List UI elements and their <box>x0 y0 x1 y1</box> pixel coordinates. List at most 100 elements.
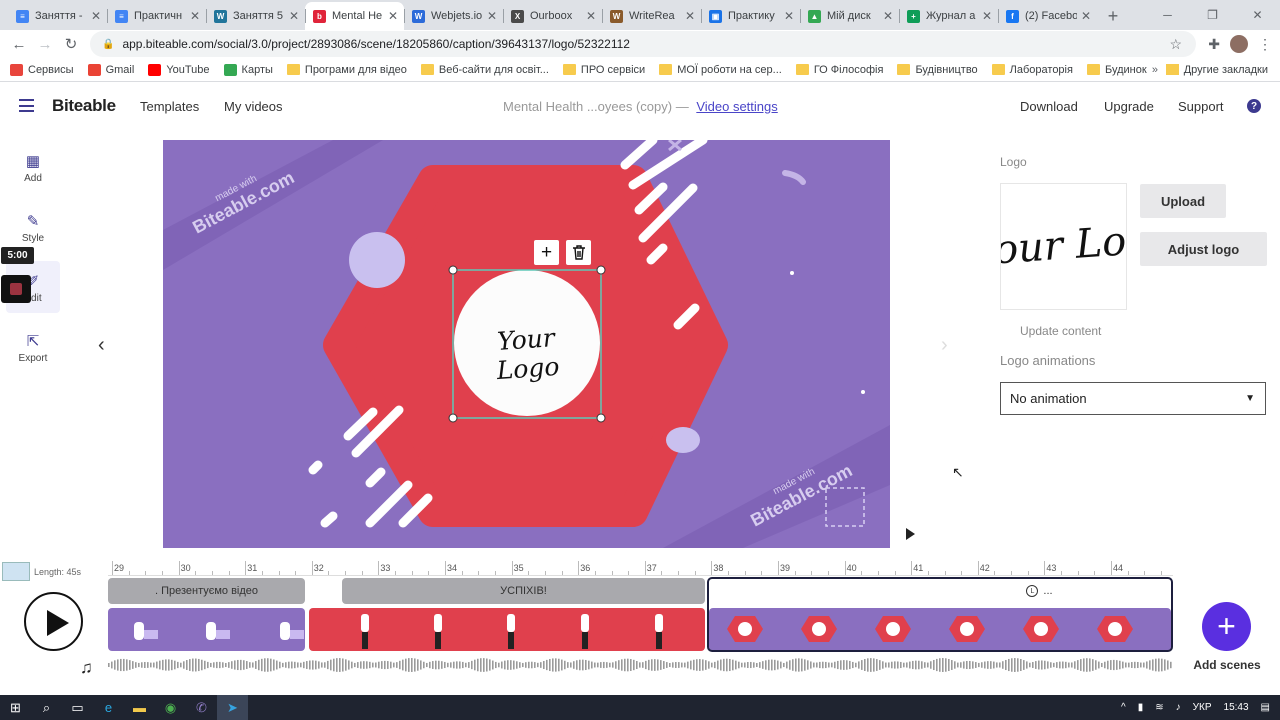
clock[interactable]: 15:43 <box>1224 702 1249 713</box>
scene-clip-2[interactable] <box>309 608 705 651</box>
chrome-icon[interactable]: ◉ <box>155 695 186 720</box>
bookmark-item[interactable]: Будівництво <box>897 64 978 76</box>
add-element-button[interactable]: + <box>534 240 559 265</box>
scene-clip-1[interactable] <box>108 608 305 651</box>
browser-tab[interactable]: f (2) Facebo ✕ <box>998 2 1097 30</box>
preview-play-icon[interactable] <box>906 528 915 540</box>
adjust-logo-button[interactable]: Adjust logo <box>1140 232 1267 266</box>
task-view-icon[interactable]: ▭ <box>62 695 93 720</box>
search-icon[interactable]: ⌕ <box>31 695 62 720</box>
browser-tab[interactable]: W WriteRea ✕ <box>602 2 701 30</box>
tab-close-icon[interactable]: ✕ <box>586 9 596 23</box>
bookmark-item[interactable]: Gmail <box>87 63 134 76</box>
tab-close-icon[interactable]: ✕ <box>190 9 200 23</box>
bookmark-item[interactable]: YouTube <box>148 63 210 76</box>
tab-close-icon[interactable]: ✕ <box>982 9 992 23</box>
update-content-link[interactable]: Update content <box>1020 324 1101 338</box>
windows-start-icon[interactable]: ⊞ <box>0 695 31 720</box>
download-link[interactable]: Download <box>1020 99 1078 114</box>
browser-tab[interactable]: ▣ Практику ✕ <box>701 2 800 30</box>
support-link[interactable]: Support <box>1178 99 1224 114</box>
telegram-icon[interactable]: ➤ <box>217 695 248 720</box>
rail-style[interactable]: ✎ Style <box>8 212 58 244</box>
browser-tab-strip: ≡ Заняття - ✕ ≡ Практичн ✕ W Заняття 5 ✕ b Mental… <box>0 0 1280 30</box>
browser-tab[interactable]: W Заняття 5 ✕ <box>206 2 305 30</box>
browser-tab[interactable]: X Ourboox ✕ <box>503 2 602 30</box>
restore-icon[interactable]: ❐ <box>1190 0 1235 30</box>
browser-tab[interactable]: + Журнал а ✕ <box>899 2 998 30</box>
keyboard-language[interactable]: УКР <box>1193 702 1212 713</box>
tab-close-icon[interactable]: ✕ <box>289 9 299 23</box>
ruler-tick-label: 37 <box>646 563 657 573</box>
stop-recording-button[interactable] <box>1 275 31 303</box>
bookmark-item[interactable]: Будинок <box>1086 64 1147 76</box>
bookmark-item[interactable]: Лабораторія <box>991 64 1073 76</box>
url-bar[interactable]: 🔒 app.biteable.com/social/3.0/project/28… <box>90 31 1196 57</box>
help-icon[interactable]: ? <box>1247 99 1261 113</box>
tab-close-icon[interactable]: ✕ <box>1081 9 1091 23</box>
forward-icon[interactable]: → <box>32 31 58 57</box>
bookmark-item[interactable]: Веб-сайти для освіт... <box>420 64 549 76</box>
logo-animation-select[interactable]: No animation ▼ <box>1000 382 1266 415</box>
scene-canvas[interactable]: Your Logo made with Biteable.com made wi… <box>163 140 890 548</box>
tab-close-icon[interactable]: ✕ <box>91 9 101 23</box>
bookmark-item[interactable]: Програми для відео <box>286 64 407 76</box>
bookmark-item[interactable]: ПРО сервіси <box>562 63 646 76</box>
my-videos-link[interactable]: My videos <box>224 99 283 114</box>
caption-clip-2[interactable]: УСПІХІВ! <box>342 578 705 604</box>
bookmarks-more[interactable]: » <box>1152 64 1158 76</box>
trash-icon[interactable] <box>566 240 591 265</box>
browser-tab[interactable]: ≡ Заняття - ✕ <box>8 2 107 30</box>
brand-logo[interactable]: Biteable <box>52 96 116 116</box>
close-window-icon[interactable]: ✕ <box>1235 0 1280 30</box>
tab-close-icon[interactable]: ✕ <box>487 9 497 23</box>
menu-dots-icon[interactable]: ⋮ <box>1258 36 1272 53</box>
add-scenes-button[interactable]: + <box>1202 602 1251 651</box>
bookmark-star-icon[interactable]: ☆ <box>1169 36 1182 53</box>
profile-avatar[interactable] <box>1230 35 1248 53</box>
viber-icon[interactable]: ✆ <box>186 695 217 720</box>
audio-waveform[interactable] <box>108 654 1173 676</box>
other-bookmarks[interactable]: Другие закладки <box>1165 64 1268 76</box>
tab-close-icon[interactable]: ✕ <box>685 9 695 23</box>
rail-export[interactable]: ⇱ Export <box>8 332 58 364</box>
tab-close-icon[interactable]: ✕ <box>883 9 893 23</box>
bookmark-item[interactable]: Сервисы <box>10 63 74 76</box>
upgrade-link[interactable]: Upgrade <box>1104 99 1154 114</box>
video-settings-link[interactable]: Video settings <box>696 99 777 114</box>
next-scene-chevron-icon[interactable]: › <box>941 334 948 357</box>
browser-tab[interactable]: ≡ Практичн ✕ <box>107 2 206 30</box>
network-icon[interactable]: ≋ <box>1155 702 1163 713</box>
hamburger-menu-icon[interactable] <box>19 99 34 112</box>
battery-icon[interactable]: ▮ <box>1138 702 1144 713</box>
explorer-icon[interactable]: ▬ <box>124 695 155 720</box>
bookmark-item[interactable]: ГО Філософія <box>795 64 883 76</box>
tab-close-icon[interactable]: ✕ <box>388 9 398 23</box>
rail-add[interactable]: ▦ Add <box>8 152 58 184</box>
minimize-icon[interactable]: ─ <box>1145 0 1190 30</box>
extensions-icon[interactable]: ✚ <box>1208 36 1220 53</box>
bookmark-item[interactable]: Карты <box>223 63 273 76</box>
prev-scene-chevron-icon[interactable]: ‹ <box>98 334 105 357</box>
upload-button[interactable]: Upload <box>1140 184 1226 218</box>
caption-clip-1[interactable]: . Презентуємо відео <box>108 578 305 604</box>
browser-tab[interactable]: W Webjets.io ✕ <box>404 2 503 30</box>
tray-chevron-icon[interactable]: ^ <box>1121 702 1126 713</box>
edge-icon[interactable]: e <box>93 695 124 720</box>
notifications-icon[interactable]: ▤ <box>1261 702 1270 713</box>
timeline-ruler[interactable]: 29 30 31 32 33 34 35 36 37 38 39 40 41 42 43 44 <box>108 561 1173 576</box>
ruler-tick <box>561 571 563 575</box>
music-note-icon[interactable]: ♫ <box>80 658 93 678</box>
volume-icon[interactable]: ♪ <box>1176 702 1181 713</box>
reload-icon[interactable]: ↻ <box>58 31 84 57</box>
new-tab-button[interactable]: + <box>1101 2 1125 30</box>
back-icon[interactable]: ← <box>6 31 32 57</box>
browser-tab[interactable]: ▲ Мій диск ✕ <box>800 2 899 30</box>
tab-close-icon[interactable]: ✕ <box>784 9 794 23</box>
browser-tab[interactable]: b Mental He ✕ <box>305 2 404 30</box>
bookmark-item[interactable]: МОЇ роботи на сер... <box>659 64 782 76</box>
templates-link[interactable]: Templates <box>140 99 199 114</box>
play-button[interactable] <box>24 592 83 651</box>
bookmark-label: ПРО сервіси <box>580 63 646 76</box>
project-name[interactable]: Mental Health ...oyees (copy) <box>503 99 672 114</box>
